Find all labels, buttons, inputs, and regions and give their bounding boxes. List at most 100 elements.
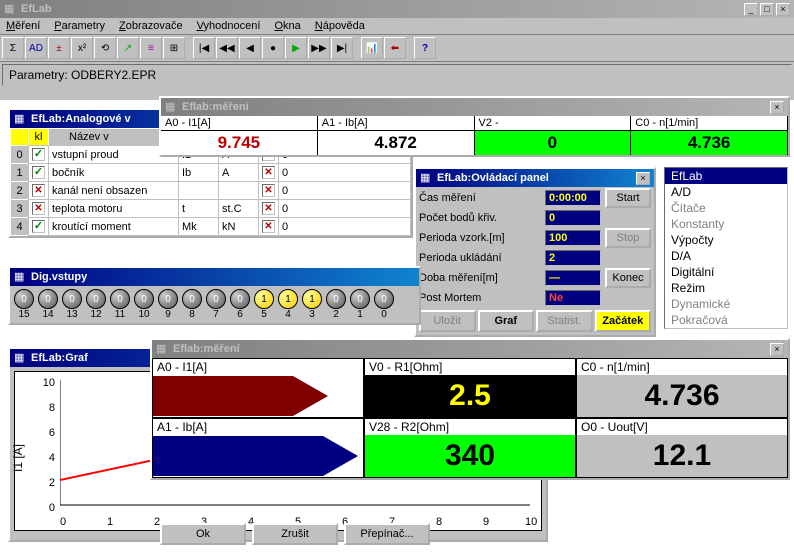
- tool-11[interactable]: ◀: [239, 37, 261, 59]
- tool-graph[interactable]: 📊: [361, 37, 383, 59]
- side-item[interactable]: Digitální: [665, 264, 787, 280]
- tool-4[interactable]: x²: [71, 37, 93, 59]
- led: 08: [181, 289, 203, 320]
- side-item[interactable]: Dynamické: [665, 296, 787, 312]
- side-item[interactable]: EfLab: [665, 168, 787, 184]
- tool-14[interactable]: ▶▶: [308, 37, 330, 59]
- row-name: teplota motoru: [49, 200, 179, 218]
- menu-zobrazovace[interactable]: Zobrazovače: [119, 20, 183, 32]
- check-icon[interactable]: [32, 202, 45, 215]
- mer1-titlebar[interactable]: ▦ Eflab:měření ×: [161, 98, 788, 116]
- tool-2[interactable]: AD: [25, 37, 47, 59]
- zrusit-button[interactable]: Zrušit: [252, 523, 338, 545]
- tool-3[interactable]: ±: [48, 37, 70, 59]
- col-blank[interactable]: [11, 129, 29, 146]
- menu-okna[interactable]: Okna: [274, 20, 300, 32]
- check-icon[interactable]: [262, 220, 275, 233]
- led-lamp: 0: [110, 289, 130, 309]
- ytick: 10: [35, 377, 55, 389]
- xtick: 1: [107, 516, 113, 528]
- col-kl[interactable]: kl: [29, 129, 49, 146]
- minimize-button[interactable]: _: [744, 3, 758, 16]
- analog-row[interactable]: 2kanál není obsazen0: [11, 182, 411, 200]
- dig-titlebar[interactable]: ▦ Dig.vstupy: [10, 268, 419, 286]
- menu-mereni[interactable]: Měření: [6, 20, 40, 32]
- check-icon[interactable]: [32, 148, 45, 161]
- row-unit: [219, 182, 259, 200]
- digital-inputs-window: ▦ Dig.vstupy 015014013012011010090807061…: [8, 266, 421, 325]
- side-item[interactable]: Výpočty: [665, 232, 787, 248]
- check-icon[interactable]: [262, 166, 275, 179]
- ok-button[interactable]: Ok: [160, 523, 246, 545]
- check-icon[interactable]: [32, 220, 45, 233]
- tool-9[interactable]: |◀: [193, 37, 215, 59]
- analog-row[interactable]: 4kroutící momentMkkN0: [11, 218, 411, 236]
- zacatek-button[interactable]: Začátek: [595, 310, 652, 332]
- side-item[interactable]: D/A: [665, 248, 787, 264]
- menu-parametry[interactable]: Parametry: [54, 20, 105, 32]
- row-name: kroutící moment: [49, 218, 179, 236]
- side-item[interactable]: Konstanty: [665, 216, 787, 232]
- start-button[interactable]: Start: [605, 188, 651, 208]
- tool-10[interactable]: ◀◀: [216, 37, 238, 59]
- tool-15[interactable]: ▶|: [331, 37, 353, 59]
- side-item[interactable]: Čítače: [665, 200, 787, 216]
- mer1-c4-value: 4.736: [631, 131, 787, 155]
- menu-napoveda[interactable]: Nápověda: [315, 20, 365, 32]
- mer2-v0-value: 2.5: [365, 375, 575, 417]
- check-icon[interactable]: [32, 166, 45, 179]
- close-button[interactable]: ×: [770, 343, 784, 356]
- led-number: 5: [253, 309, 275, 320]
- ytick: 8: [35, 402, 55, 414]
- menu-vyhodnoceni[interactable]: Vyhodnocení: [197, 20, 261, 32]
- row-unit: kN: [219, 218, 259, 236]
- row-symbol: t: [179, 200, 219, 218]
- tool-exit[interactable]: ⬅: [384, 37, 406, 59]
- analog-row[interactable]: 1bočníkIbA0: [11, 164, 411, 182]
- row-number: 4: [11, 218, 29, 236]
- side-item[interactable]: A/D: [665, 184, 787, 200]
- ctrl-doba-value[interactable]: —: [545, 270, 601, 286]
- tool-7[interactable]: ≡: [140, 37, 162, 59]
- led-number: 0: [373, 309, 395, 320]
- mer2-o0-value: 12.1: [577, 435, 787, 477]
- tool-help[interactable]: ?: [414, 37, 436, 59]
- analog-row[interactable]: 3teplota motorutst.C0: [11, 200, 411, 218]
- ytick: 6: [35, 427, 55, 439]
- ctrl-doba-label: Doba měření[m]: [419, 272, 541, 284]
- konec-button[interactable]: Konec: [605, 268, 651, 288]
- check-icon[interactable]: [32, 184, 45, 197]
- stop-button[interactable]: Stop: [605, 228, 651, 248]
- row-value: 0: [279, 218, 411, 236]
- ctrl-post-label: Post Mortem: [419, 292, 541, 304]
- tool-12[interactable]: ●: [262, 37, 284, 59]
- tool-8[interactable]: ⊞: [163, 37, 185, 59]
- side-item[interactable]: Režim: [665, 280, 787, 296]
- close-button[interactable]: ×: [770, 101, 784, 114]
- led-lamp: 1: [254, 289, 274, 309]
- led-number: 15: [13, 309, 35, 320]
- ulozit-button[interactable]: Uložit: [419, 310, 476, 332]
- tool-5[interactable]: ⟲: [94, 37, 116, 59]
- check-icon[interactable]: [262, 202, 275, 215]
- led: 01: [349, 289, 371, 320]
- led-number: 8: [181, 309, 203, 320]
- row-unit: st.C: [219, 200, 259, 218]
- ctrl-titlebar[interactable]: ▦ EfLab:Ovládací panel ×: [416, 169, 654, 187]
- check-icon[interactable]: [262, 184, 275, 197]
- tool-6[interactable]: ↗: [117, 37, 139, 59]
- maximize-button[interactable]: □: [760, 3, 774, 16]
- statist-button[interactable]: Statist.: [536, 310, 593, 332]
- ctrl-vzork-value[interactable]: 100: [545, 230, 601, 246]
- side-item[interactable]: Pokračová: [665, 312, 787, 328]
- tool-play[interactable]: ▶: [285, 37, 307, 59]
- prepinac-button[interactable]: Přepínač...: [344, 523, 430, 545]
- close-button[interactable]: ×: [776, 3, 790, 16]
- mer2-titlebar[interactable]: ▦ Eflab:měření ×: [152, 340, 788, 358]
- tool-1[interactable]: Σ: [2, 37, 24, 59]
- graf-button[interactable]: Graf: [478, 310, 535, 332]
- ctrl-post-value[interactable]: Ne: [545, 290, 601, 306]
- close-button[interactable]: ×: [636, 172, 650, 185]
- mer2-a1-arrow: [153, 435, 363, 477]
- ctrl-uklad-value[interactable]: 2: [545, 250, 601, 266]
